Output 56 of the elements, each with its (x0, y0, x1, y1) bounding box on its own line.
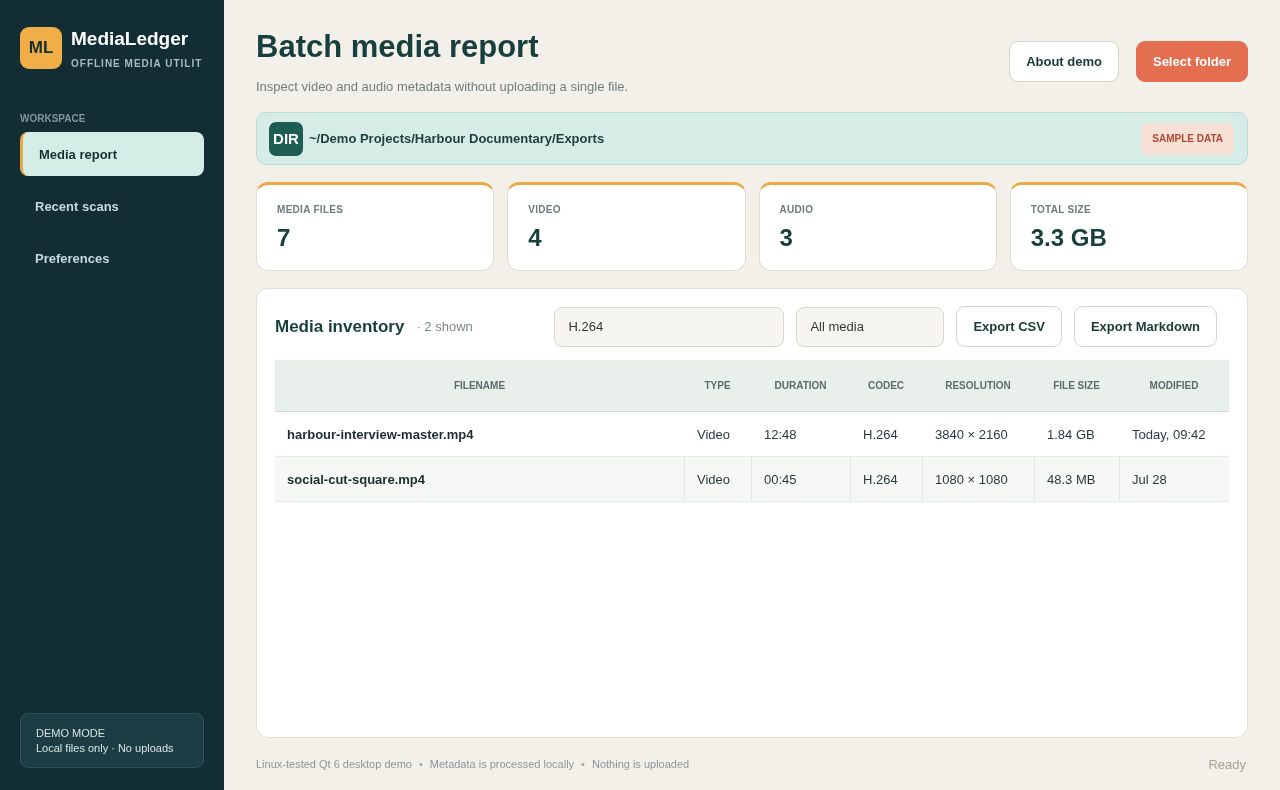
column-header: DURATION (773, 379, 828, 393)
footer-note: Nothing is uploaded (591, 758, 690, 770)
stat-label: TOTAL SIZE (1030, 204, 1092, 215)
column-header: FILENAME (452, 379, 507, 393)
table-cell: 1080 × 1080 (922, 457, 1034, 501)
table-cell-text: social-cut-square.mp4 (286, 470, 426, 489)
panel-title: Media inventory (275, 316, 405, 337)
folder-path: ~/Demo Projects/Harbour Documentary/Exports (309, 131, 606, 146)
app-tagline: OFFLINE MEDIA UTILIT (71, 58, 203, 69)
app-name: MediaLedger (71, 28, 190, 50)
section-label: WORKSPACE (20, 113, 87, 124)
sidebar-item[interactable]: Recent scans (20, 184, 204, 228)
separator-dot: • (581, 758, 585, 770)
column-header: CODEC (866, 379, 906, 393)
table-cell: 48.3 MB (1034, 457, 1119, 501)
mode-description: Local files only · No uploads (36, 742, 175, 754)
table-cell-text: 12:48 (763, 425, 798, 444)
sidebar-item[interactable]: Media report (20, 132, 204, 176)
footer-note: Linux-tested Qt 6 desktop demo (256, 758, 412, 770)
table-cell: 00:45 (751, 457, 850, 501)
sidebar-item[interactable]: Preferences (20, 236, 204, 280)
about-button[interactable]: About demo (1009, 41, 1119, 82)
table-cell-text: Today, 09:42 (1131, 425, 1207, 444)
table-cell: H.264 (850, 457, 922, 501)
export-csv-button[interactable]: Export CSV (956, 306, 1062, 347)
sample-data-tag: SAMPLE DATA (1141, 122, 1234, 155)
stat-label: AUDIO (779, 204, 815, 215)
status-text: Ready (1208, 756, 1246, 772)
search-field[interactable]: H.264 (554, 306, 785, 347)
logo-badge: ML (20, 27, 62, 69)
media-filter-dropdown[interactable]: All media (796, 306, 945, 347)
column-header: RESOLUTION (944, 379, 1012, 393)
column-header: TYPE (703, 379, 732, 393)
table-cell-text: 3840 × 2160 (934, 425, 1009, 444)
shown-count: · 2 shown (416, 319, 474, 334)
stat-value: 7 (277, 224, 292, 252)
stat-label: MEDIA FILES (277, 204, 345, 215)
stat-value: 3.3 GB (1030, 224, 1108, 252)
footer-note: Metadata is processed locally (429, 758, 575, 770)
table-cell-text: H.264 (862, 425, 899, 444)
page-title: Batch media report (256, 29, 539, 65)
column-header: MODIFIED (1148, 379, 1200, 393)
table-cell-text: harbour-interview-master.mp4 (286, 425, 475, 444)
table-cell-text: Video (696, 425, 731, 444)
table-cell: Video (684, 457, 751, 501)
stat-value: 4 (528, 224, 543, 252)
column-header: FILE SIZE (1052, 379, 1101, 393)
separator-dot: • (418, 758, 423, 770)
table-cell-text: 1.84 GB (1046, 425, 1096, 444)
folder-badge: DIR (269, 121, 303, 156)
mode-title: DEMO MODE (36, 727, 107, 739)
export-markdown-button[interactable]: Export Markdown (1073, 306, 1217, 347)
stat-label: VIDEO (528, 204, 562, 215)
page-subtitle: Inspect video and audio metadata without uploading a single file. (256, 79, 629, 94)
table-cell: Jul 28 (1119, 457, 1229, 501)
stat-value: 3 (779, 224, 794, 252)
